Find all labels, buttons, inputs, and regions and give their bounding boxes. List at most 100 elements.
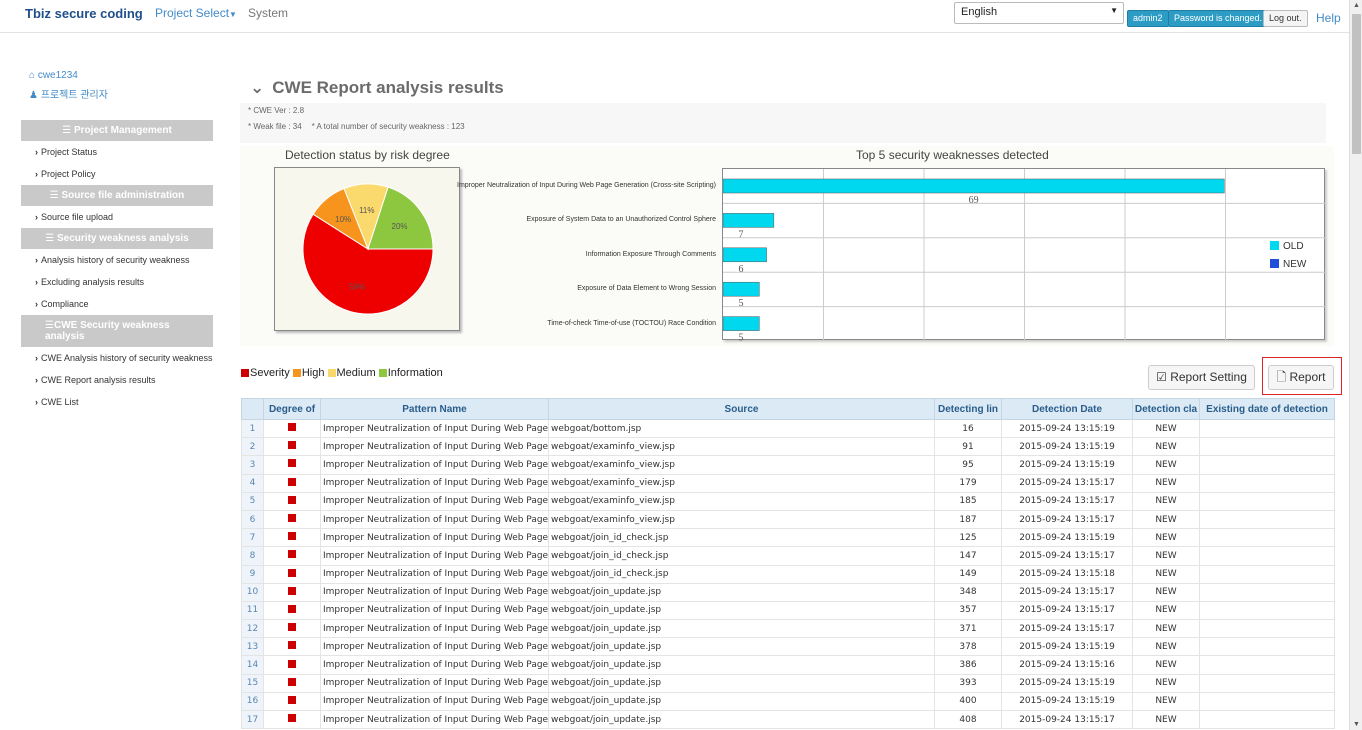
pattern-cell: Improper Neutralization of Input During … <box>320 546 549 566</box>
table-row[interactable]: 5 Improper Neutralization of Input During… <box>241 491 1335 511</box>
legend-information: Information <box>387 367 443 379</box>
sidebar-item-analysis-history[interactable]: › Analysis history of security weakness <box>21 249 213 271</box>
project-name-label: cwe1234 <box>37 70 78 81</box>
col-header-source[interactable]: Source <box>548 398 935 420</box>
line-cell: 348 <box>934 582 1002 602</box>
source-cell: webgoat/join_id_check.jsp <box>548 528 935 548</box>
class-cell: NEW <box>1132 709 1200 730</box>
table-row[interactable]: 12 Improper Neutralization of Input Durin… <box>241 619 1335 639</box>
table-row[interactable]: 11 Improper Neutralization of Input Durin… <box>241 600 1335 621</box>
user-button[interactable]: admin2 <box>1127 10 1169 27</box>
pattern-cell: Improper Neutralization of Input During … <box>320 600 549 621</box>
table-row[interactable]: 7 Improper Neutralization of Input During… <box>241 528 1335 548</box>
severity-square-icon <box>288 641 296 650</box>
line-cell: 187 <box>934 509 1002 530</box>
existing-date-cell <box>1199 564 1335 584</box>
bar-category-label: Improper Neutralization of Input During … <box>457 182 716 189</box>
table-row[interactable]: 10 Improper Neutralization of Input Durin… <box>241 582 1335 602</box>
table-row[interactable]: 15 Improper Neutralization of Input Durin… <box>241 673 1335 693</box>
table-row[interactable]: 8 Improper Neutralization of Input During… <box>241 546 1335 566</box>
table-row[interactable]: 13 Improper Neutralization of Input Durin… <box>241 637 1335 657</box>
bar-category-label: Time-of-check Time-of-use (TOCTOU) Race … <box>547 319 716 327</box>
sidebar-item-project-policy[interactable]: › Project Policy <box>21 163 213 185</box>
table-row[interactable]: 6 Improper Neutralization of Input During… <box>241 509 1335 530</box>
sidebar-item-compliance[interactable]: › Compliance <box>21 293 213 315</box>
sidebar-item-project-status[interactable]: › Project Status <box>21 141 213 163</box>
existing-date-cell <box>1199 473 1335 493</box>
project-select-menu[interactable]: Project Select▼ <box>155 6 237 20</box>
col-header-class[interactable]: Detection cla <box>1132 398 1200 420</box>
sidebar-item-cwe-list[interactable]: › CWE List <box>21 391 213 413</box>
bar-value-label: 69 <box>969 195 979 206</box>
row-index: 4 <box>241 473 264 493</box>
scroll-thumb[interactable] <box>1352 14 1361 154</box>
date-cell: 2015-09-24 13:15:17 <box>1001 600 1133 621</box>
language-select[interactable]: English ▼ <box>954 2 1124 24</box>
existing-date-cell <box>1199 709 1335 730</box>
source-cell: webgoat/join_update.jsp <box>548 600 935 621</box>
user-role[interactable]: ♟ 프로젝트 관리자 <box>29 86 213 102</box>
source-cell: webgoat/join_update.jsp <box>548 673 935 693</box>
pattern-cell: Improper Neutralization of Input During … <box>320 455 549 475</box>
system-menu[interactable]: System <box>248 6 288 20</box>
sidebar-item-cwe-history[interactable]: › CWE Analysis history of security weakne… <box>21 347 213 369</box>
report-setting-button[interactable]: ☑ Report Setting <box>1148 365 1255 390</box>
pattern-cell: Improper Neutralization of Input During … <box>320 655 549 675</box>
source-cell: webgoat/bottom.jsp <box>548 418 935 439</box>
sidebar-item-cwe-report[interactable]: › CWE Report analysis results <box>21 369 213 391</box>
chevron-right-icon: › <box>35 212 38 222</box>
class-cell: NEW <box>1132 673 1200 693</box>
row-index: 3 <box>241 455 264 475</box>
sidebar-head-source-file[interactable]: ☰ Source file administration <box>21 185 213 206</box>
date-cell: 2015-09-24 13:15:17 <box>1001 709 1133 730</box>
severity-cell <box>263 637 321 657</box>
logout-button[interactable]: Log out. <box>1263 10 1308 27</box>
legend-swatch-severity <box>241 369 249 378</box>
table-row[interactable]: 17 Improper Neutralization of Input Durin… <box>241 709 1335 730</box>
legend-swatch-new <box>1270 259 1279 268</box>
severity-cell <box>263 564 321 584</box>
row-index: 7 <box>241 528 264 548</box>
sidebar-item-source-upload[interactable]: › Source file upload <box>21 206 213 228</box>
col-header-date[interactable]: Detection Date <box>1001 398 1133 420</box>
table-row[interactable]: 9 Improper Neutralization of Input During… <box>241 564 1335 584</box>
table-row[interactable]: 3 Improper Neutralization of Input During… <box>241 455 1335 475</box>
page-scrollbar[interactable]: ▲ ▼ <box>1349 0 1362 730</box>
table-row[interactable]: 1 Improper Neutralization of Input During… <box>241 418 1335 439</box>
col-header-line[interactable]: Detecting lin <box>934 398 1002 420</box>
brand-logo[interactable]: Tbiz secure coding <box>25 6 143 21</box>
severity-square-icon <box>288 659 296 668</box>
table-row[interactable]: 14 Improper Neutralization of Input Durin… <box>241 655 1335 675</box>
password-changed-button[interactable]: Password is changed. <box>1168 10 1269 27</box>
scroll-down-icon[interactable]: ▼ <box>1353 721 1360 728</box>
class-cell: NEW <box>1132 418 1200 439</box>
pattern-cell: Improper Neutralization of Input During … <box>320 691 549 712</box>
sidebar-item-excluding-results[interactable]: › Excluding analysis results <box>21 271 213 293</box>
date-cell: 2015-09-24 13:15:17 <box>1001 619 1133 639</box>
sidebar-head-security-weakness[interactable]: ☰ Security weakness analysis <box>21 228 213 249</box>
sidebar-head-cwe[interactable]: ☰CWE Security weakness analysis <box>21 315 213 347</box>
scroll-up-icon[interactable]: ▲ <box>1353 2 1360 9</box>
table-row[interactable]: 2 Improper Neutralization of Input During… <box>241 437 1335 457</box>
legend-swatch-medium <box>327 369 336 378</box>
report-button[interactable]: 🗋 Report <box>1268 365 1334 390</box>
summary-info-box: * CWE Ver : 2.8 * Weak file : 34 * A tota… <box>240 103 1326 143</box>
help-link[interactable]: Help <box>1316 11 1341 25</box>
severity-square-icon <box>288 604 296 613</box>
pattern-cell: Improper Neutralization of Input During … <box>320 637 549 657</box>
chevron-right-icon: › <box>35 353 38 363</box>
source-cell: webgoat/join_update.jsp <box>548 709 935 730</box>
table-row[interactable]: 16 Improper Neutralization of Input Durin… <box>241 691 1335 712</box>
report-label: Report <box>1289 370 1326 384</box>
col-header-pattern[interactable]: Pattern Name <box>320 398 549 420</box>
project-name[interactable]: ⌂ cwe1234 <box>29 70 213 86</box>
chevron-down-icon[interactable]: ⌄ <box>250 78 264 97</box>
line-cell: 400 <box>934 691 1002 712</box>
col-header-degree[interactable]: Degree of <box>263 398 321 420</box>
col-header-index[interactable] <box>241 398 264 420</box>
bar-old <box>722 213 775 228</box>
sidebar-head-project-management[interactable]: ☰ Project Management <box>21 120 213 141</box>
col-header-existing-date[interactable]: Existing date of detection <box>1199 398 1335 420</box>
table-row[interactable]: 4 Improper Neutralization of Input During… <box>241 473 1335 493</box>
bar-old <box>722 247 767 263</box>
